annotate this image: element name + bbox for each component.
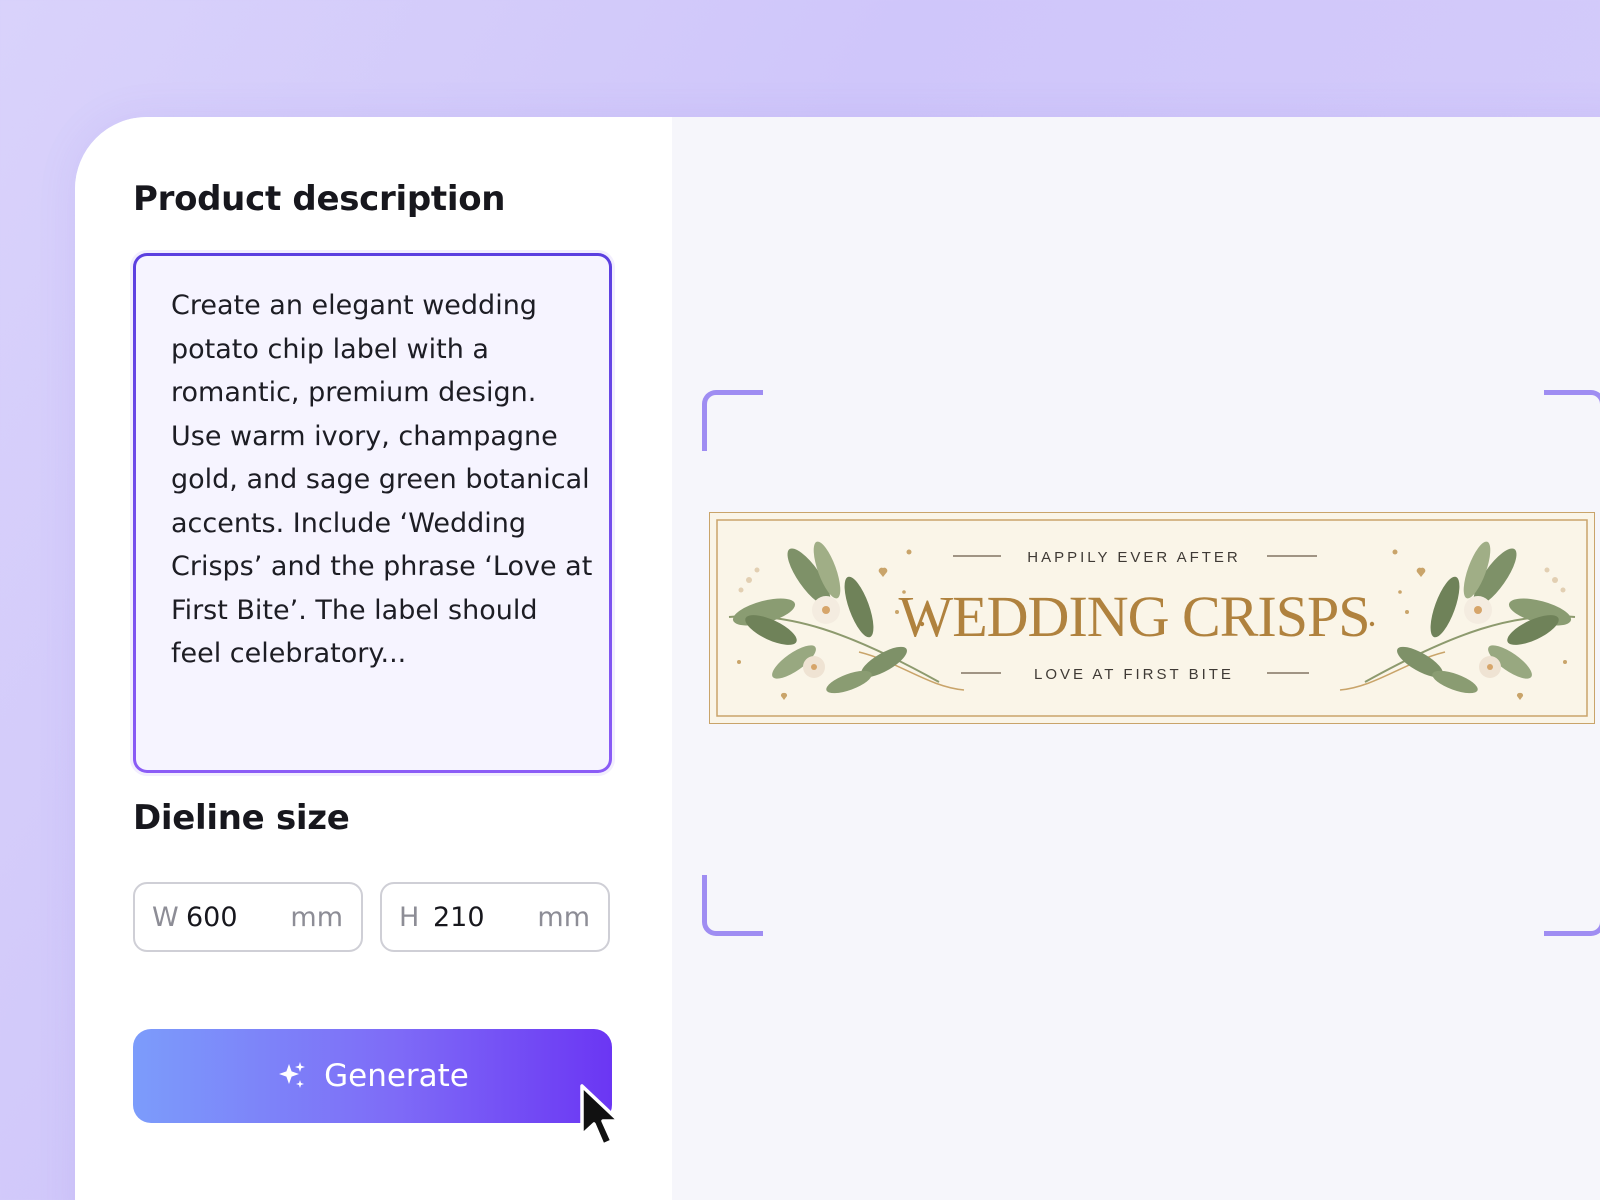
width-field[interactable]: W 600 mm: [133, 882, 363, 952]
label-product-name: WEDDING CRISPS: [899, 584, 1370, 649]
height-axis-label: H: [399, 901, 420, 933]
preview-corner-top-left: [702, 390, 763, 451]
height-unit: mm: [537, 901, 590, 933]
mouse-cursor-icon: [580, 1084, 621, 1147]
preview-corner-top-right: [1544, 390, 1600, 451]
width-axis-label: W: [152, 901, 179, 933]
generate-button[interactable]: Generate: [133, 1029, 612, 1123]
generate-button-label: Generate: [324, 1058, 469, 1094]
label-tagline-top: HAPPILY EVER AFTER: [1027, 549, 1241, 566]
preview-corner-bottom-left: [702, 875, 763, 936]
dieline-size-title: Dieline size: [133, 798, 350, 838]
label-tagline-bottom: LOVE AT FIRST BITE: [1034, 666, 1234, 683]
width-value[interactable]: 600: [186, 902, 290, 933]
product-description-input[interactable]: Create an elegant wedding potato chip la…: [133, 253, 612, 773]
left-panel: Product description Create an elegant we…: [75, 117, 672, 1200]
height-field[interactable]: H 210 mm: [380, 882, 610, 952]
label-preview: HAPPILY EVER AFTER WEDDING CRISPS LOVE A…: [709, 512, 1595, 724]
height-value[interactable]: 210: [433, 902, 537, 933]
width-unit: mm: [290, 901, 343, 933]
product-description-title: Product description: [133, 179, 506, 219]
preview-corner-bottom-right: [1544, 875, 1600, 936]
sparkle-icon: [279, 1062, 306, 1088]
product-description-text: Create an elegant wedding potato chip la…: [171, 290, 593, 669]
